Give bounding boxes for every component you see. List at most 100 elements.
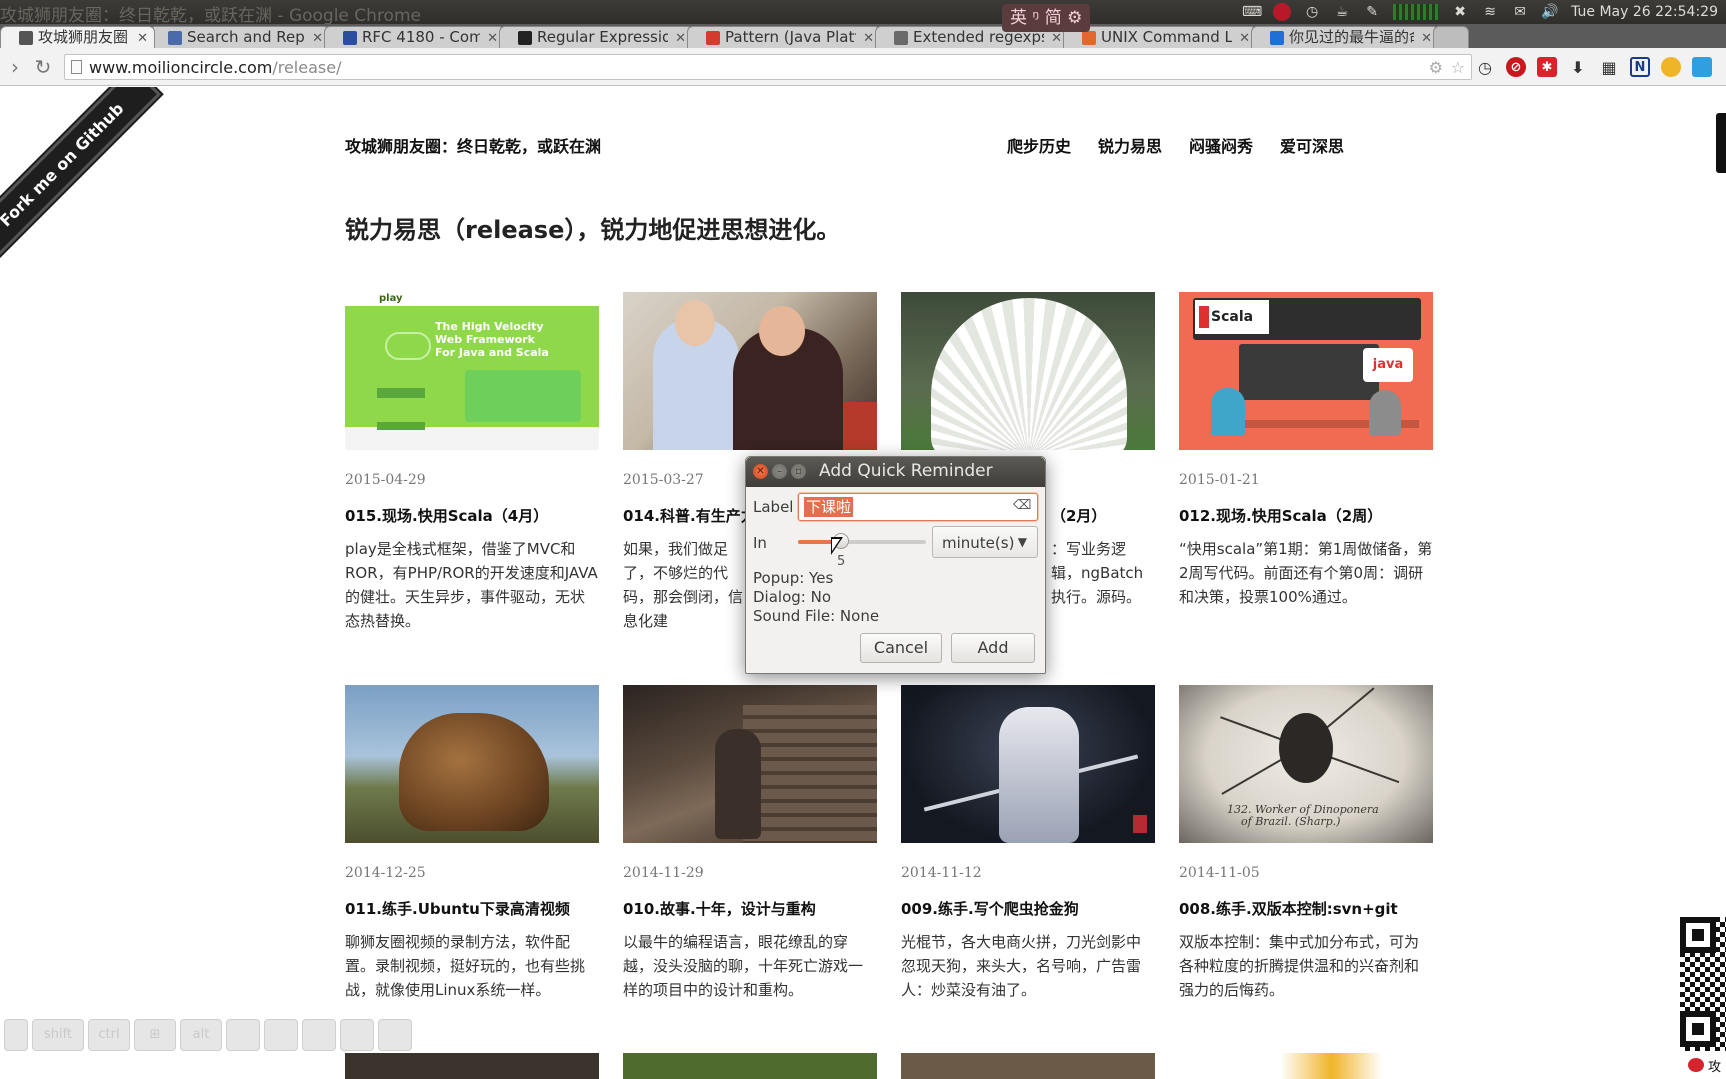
pen-icon[interactable]: ✎ [1363,4,1381,20]
gear-icon[interactable]: ⚙ [1429,58,1443,77]
post-card[interactable]: 2014-12-25 011.练手.Ubuntu下录高清视频 聊狮友圈视频的录制… [345,685,599,999]
bookmark-star-icon[interactable]: ☆ [1451,58,1465,77]
post-title[interactable]: 009.练手.写个爬虫抢金狗 [901,898,1079,919]
post-thumbnail[interactable] [901,685,1155,843]
tab-close-icon[interactable]: ✕ [1239,28,1250,48]
adblock-icon[interactable]: ⊘ [1506,57,1526,77]
post-thumbnail[interactable] [623,685,877,843]
key-ctrl[interactable]: ctrl [88,1019,130,1051]
qr-extension-icon[interactable]: ▦ [1599,57,1619,77]
keyboard-icon[interactable]: ⌨ [1242,4,1262,20]
nav-item-history[interactable]: 爬步历史 [1007,133,1071,157]
clock-icon[interactable]: ◷ [1303,4,1321,20]
new-tab-button[interactable] [1433,26,1469,48]
post-excerpt: play是全栈式框架，借鉴了MVC和ROR，有PHP/ROR的开发速度和JAVA… [345,540,598,630]
post-title[interactable]: 008.练手.双版本控制:svn+git [1179,898,1398,919]
post-thumbnail[interactable]: Scala java [1179,292,1433,450]
n-extension-icon[interactable]: N [1630,57,1650,77]
key-super-icon[interactable]: ⊞ [134,1019,176,1051]
ime-indicator[interactable]: 英 ᵑ 简 ⚙ [1002,4,1091,32]
minimize-icon[interactable]: – [772,464,787,479]
post-thumbnail[interactable] [623,292,877,450]
post-card[interactable]: 2014-11-29 010.故事.十年，设计与重构 以最牛的编程语言，眼花缭乱… [623,685,877,999]
cancel-button[interactable]: Cancel [860,633,942,663]
unit-dropdown[interactable]: minute(s) ▼ [932,526,1038,558]
tab-close-icon[interactable]: ✕ [675,28,686,48]
post-thumbnail[interactable] [901,1053,1155,1079]
post-card[interactable]: （2月） ：写业务逻辑，ngBatch执行。源码。 [901,292,1155,606]
post-thumbnail[interactable] [623,1053,877,1079]
nav-item-release[interactable]: 锐力易思 [1098,133,1162,157]
post-title[interactable]: 010.故事.十年，设计与重构 [623,898,816,919]
tab-7[interactable]: 你见过的最牛逼的命 ✕ [1251,26,1439,48]
minutes-slider[interactable]: 5 [798,527,926,569]
post-thumbnail[interactable]: 132. Worker of Dinoponera of Brazil. (Sh… [1179,685,1433,843]
mail-icon[interactable]: ✉ [1511,4,1529,20]
maximize-icon[interactable]: ▫ [791,464,806,479]
weibo-share[interactable]: 攻 [1688,1054,1726,1076]
github-ribbon[interactable]: Fork me on Github [0,87,161,264]
qr-code[interactable] [1680,917,1726,1051]
post-title[interactable]: 012.现场.快用Scala（2周） [1179,505,1382,526]
site-title[interactable]: 攻城狮朋友圈：终日乾乾，或跃在渊 [345,133,601,157]
dialog-titlebar[interactable]: ✕ – ▫ Add Quick Reminder [746,457,1045,487]
popup-status: Popup: Yes [753,569,834,587]
post-thumbnail[interactable] [345,1053,599,1079]
post-title[interactable]: （2月） [1051,505,1106,526]
tab-close-icon[interactable]: ✕ [137,28,148,48]
label-input[interactable]: 下课啦 ⌫ [798,493,1038,521]
volume-icon[interactable]: 🔊 [1541,4,1559,20]
tab-3[interactable]: Regular Expressions✕ [499,26,693,48]
post-title[interactable]: 014.科普.有生产力 [623,505,756,526]
key-shift[interactable]: shift [32,1019,84,1051]
system-monitor-icon[interactable] [1393,4,1440,20]
wifi-icon[interactable]: ≋ [1481,4,1499,20]
post-thumbnail[interactable] [345,685,599,843]
post-card[interactable]: Scala java 2015-01-21 012.现场.快用Scala（2周）… [1179,292,1433,606]
post-card[interactable]: 2014-11-12 009.练手.写个爬虫抢金狗 光棍节，各大电商火拼，刀光剑… [901,685,1155,999]
nav-item-show[interactable]: 闷骚闷秀 [1189,133,1253,157]
post-thumbnail[interactable] [1179,1053,1433,1079]
tab-2[interactable]: RFC 4180 - Commo✕ [324,26,505,48]
post-title[interactable]: 015.现场.快用Scala（4月） [345,505,548,526]
tab-close-icon[interactable]: ✕ [312,28,323,48]
photo-shape [931,298,1127,450]
tab-6[interactable]: UNIX Command Lin✕ [1063,26,1257,48]
add-button[interactable]: Add [951,633,1035,663]
blue-extension-icon[interactable] [1692,57,1712,77]
tab-1[interactable]: Search and Replace✕ [149,26,330,48]
post-card[interactable]: 2015-03-27 014.科普.有生产力 如果，我们做足了，不够烂的代码，那… [623,292,877,630]
tab-close-icon[interactable]: ✕ [863,28,874,48]
record-icon[interactable] [1273,3,1292,21]
reload-icon[interactable]: ↻ [32,56,54,78]
red-extension-icon[interactable]: ✱ [1537,57,1557,77]
key-blank[interactable] [302,1019,336,1051]
tools-icon[interactable]: ✖ [1451,4,1469,20]
key-blank[interactable] [4,1019,28,1051]
url-bar[interactable]: www.moilioncircle.com/release/ ⚙ ☆ [64,54,1472,80]
key-alt[interactable]: alt [180,1019,222,1051]
clear-input-icon[interactable]: ⌫ [1013,499,1031,513]
post-card[interactable]: play The High Velocity Web Framework For… [345,292,599,630]
post-thumbnail[interactable] [901,292,1155,450]
post-thumbnail[interactable]: play The High Velocity Web Framework For… [345,292,599,450]
url-text[interactable]: www.moilioncircle.com/release/ [89,58,341,77]
tab-close-icon[interactable]: ✕ [487,28,498,48]
clock-text[interactable]: Tue May 26 22:54:29 [1571,4,1718,20]
tab-close-icon[interactable]: ✕ [1421,28,1432,48]
tab-0[interactable]: 攻城狮朋友圈：终日✕ [0,26,155,48]
forward-icon[interactable]: › [4,56,26,78]
post-card[interactable]: 132. Worker of Dinoponera of Brazil. (Sh… [1179,685,1433,999]
nav-item-think[interactable]: 爱可深思 [1280,133,1344,157]
clock-extension-icon[interactable]: ◷ [1475,57,1495,77]
cup-icon[interactable]: ☕ [1333,4,1351,20]
yellow-extension-icon[interactable] [1661,57,1681,77]
close-icon[interactable]: ✕ [753,464,768,479]
post-title[interactable]: 011.练手.Ubuntu下录高清视频 [345,898,570,919]
key-blank[interactable] [264,1019,298,1051]
tab-4[interactable]: Pattern (Java Platfor✕ [687,26,881,48]
key-blank[interactable] [378,1019,412,1051]
key-blank[interactable] [226,1019,260,1051]
download-icon[interactable]: ⬇ [1568,57,1588,77]
key-blank[interactable] [340,1019,374,1051]
